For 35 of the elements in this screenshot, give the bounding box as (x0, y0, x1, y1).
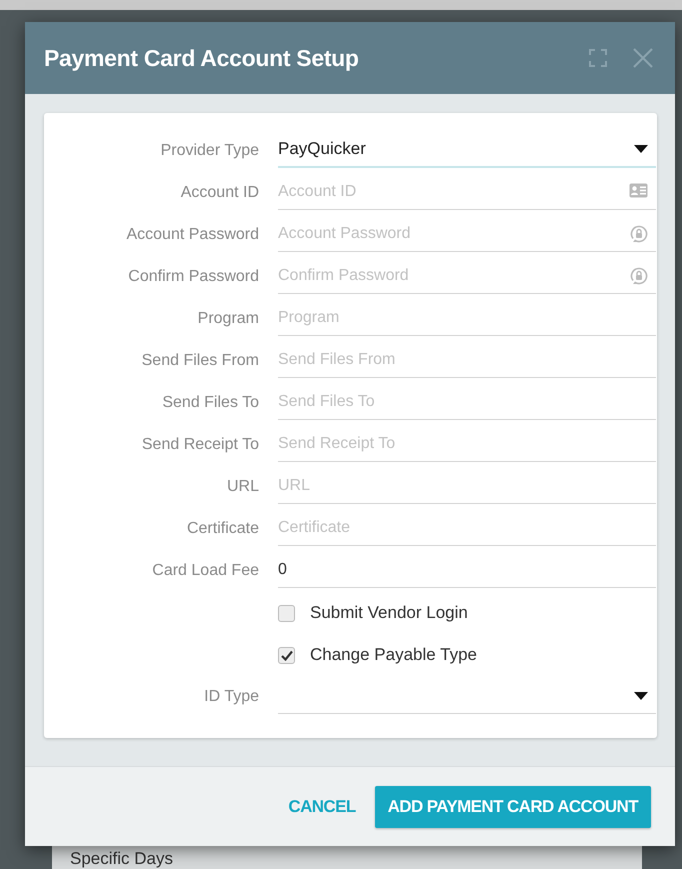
field-label: Send Files To (162, 394, 259, 412)
input-field[interactable]: Confirm Password (278, 260, 656, 294)
field-label: Send Files From (142, 352, 259, 370)
input-field[interactable]: Certificate (278, 512, 656, 546)
lock-icon (630, 267, 648, 287)
field-label: Send Receipt To (142, 436, 259, 454)
caret-icon (634, 145, 648, 153)
field-label: Confirm Password (128, 268, 259, 286)
caret-icon (634, 692, 648, 700)
checkbox-label[interactable]: Change Payable Type (310, 645, 477, 665)
field-label: Account ID (180, 184, 259, 202)
input-field[interactable]: Program (278, 302, 656, 336)
maximize-icon[interactable] (589, 49, 607, 67)
id-card-icon (629, 183, 648, 198)
dropdown[interactable]: PayQuicker (278, 134, 656, 168)
input-field[interactable]: Send Files From (278, 344, 656, 378)
lock-icon (630, 225, 648, 245)
input-field[interactable]: Account Password (278, 218, 656, 252)
field-label: Provider Type (160, 142, 259, 160)
checkbox-box[interactable] (278, 646, 295, 664)
close-icon[interactable] (633, 48, 653, 68)
field-label: Certificate (186, 520, 259, 538)
input-field[interactable]: Send Files To (278, 386, 656, 420)
field-label: Card Load Fee (152, 562, 259, 580)
field-label: ID Type (204, 688, 259, 706)
field-label: URL (226, 478, 259, 496)
dialog-title: Payment Card Account Setup (44, 44, 360, 72)
field-label: Account Password (126, 226, 259, 244)
checkbox-box[interactable] (278, 604, 295, 622)
field-label: Program (198, 310, 259, 328)
input-field[interactable]: URL (278, 470, 656, 504)
input-field[interactable]: 0 (278, 554, 656, 588)
checkbox-label[interactable]: Submit Vendor Login (310, 603, 468, 623)
input-field[interactable]: Send Receipt To (278, 428, 656, 462)
background-text: Specific Days (70, 849, 173, 868)
